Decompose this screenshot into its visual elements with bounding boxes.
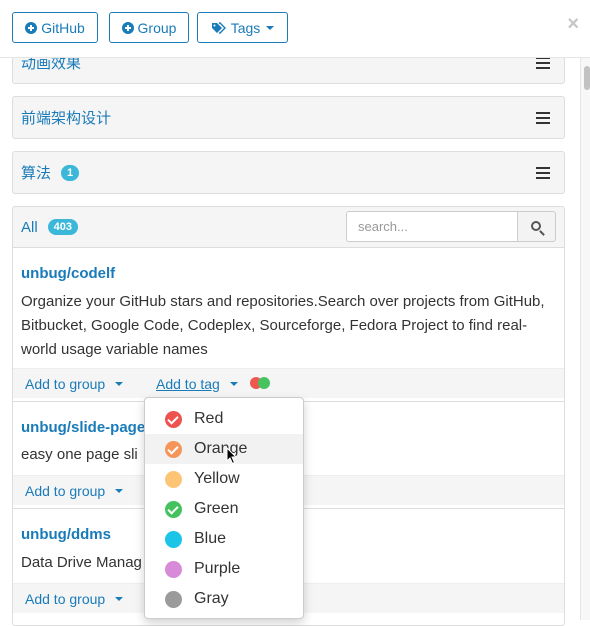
caret-down-icon: [266, 25, 275, 30]
count-badge: 1: [61, 164, 80, 181]
tag-option-label: Green: [194, 500, 239, 517]
group-panel-algorithm: 算法 1: [12, 151, 565, 194]
check-circle-icon: [165, 500, 182, 518]
group-name[interactable]: 算法: [21, 162, 51, 183]
scrollbar[interactable]: [580, 58, 590, 620]
menu-icon[interactable]: [536, 56, 550, 69]
mouse-pointer-icon: [226, 447, 238, 465]
tags-button-label: Tags: [230, 19, 261, 36]
search-input[interactable]: search...: [346, 211, 518, 242]
repo-list-header: All 403 search...: [13, 207, 564, 248]
add-to-tag-label: Add to tag: [156, 376, 220, 392]
tags-button[interactable]: Tags: [197, 12, 288, 43]
repo-item: unbug/codelf Organize your GitHub stars …: [13, 248, 564, 402]
plus-circle-icon: [121, 21, 134, 34]
add-to-group-dropdown[interactable]: Add to group: [25, 591, 124, 607]
menu-icon[interactable]: [536, 111, 550, 124]
scrollbar-thumb[interactable]: [584, 66, 590, 90]
add-to-group-dropdown[interactable]: Add to group: [25, 483, 124, 499]
group-button[interactable]: Group: [109, 12, 189, 43]
tag-option-label: Gray: [194, 590, 229, 607]
circle-icon: [165, 530, 182, 548]
tag-option-purple[interactable]: Purple: [145, 554, 303, 584]
repo-actions: Add to group Add to tag: [13, 368, 564, 398]
tag-option-label: Red: [194, 410, 224, 427]
search-button[interactable]: [517, 211, 556, 242]
search-icon: [530, 220, 541, 231]
top-toolbar: GitHub Group Tags ×: [0, 0, 590, 58]
tag-option-orange[interactable]: Orange: [145, 434, 303, 464]
tag-dropdown-menu: Red Orange Yellow Green Blue Purple Gray: [144, 397, 304, 619]
caret-down-icon: [115, 382, 124, 386]
tag-option-label: Blue: [194, 530, 227, 547]
add-to-tag-dropdown[interactable]: Add to tag: [156, 376, 238, 392]
add-to-group-label: Add to group: [25, 591, 106, 607]
github-button-label: GitHub: [41, 19, 85, 36]
caret-down-icon: [115, 597, 124, 601]
circle-icon: [165, 560, 182, 578]
tag-option-green[interactable]: Green: [145, 494, 303, 524]
tag-dot-green: [258, 377, 270, 389]
tag-option-gray[interactable]: Gray: [145, 584, 303, 614]
circle-icon: [165, 470, 182, 488]
repo-description: Organize your GitHub stars and repositor…: [21, 293, 545, 358]
tag-option-yellow[interactable]: Yellow: [145, 464, 303, 494]
circle-icon: [165, 590, 182, 608]
caret-down-icon: [115, 489, 124, 493]
add-to-group-dropdown[interactable]: Add to group: [25, 376, 124, 392]
tag-option-label: Purple: [194, 560, 241, 577]
all-filter[interactable]: All: [21, 219, 38, 236]
caret-down-icon: [229, 382, 238, 386]
menu-icon[interactable]: [536, 166, 550, 179]
repo-name-link[interactable]: unbug/slide-page: [21, 419, 145, 436]
tag-option-label: Orange: [194, 440, 248, 457]
tag-option-red[interactable]: Red: [145, 404, 303, 434]
plus-circle-icon: [25, 21, 38, 34]
group-name[interactable]: 前端架构设计: [21, 107, 111, 128]
tag-option-blue[interactable]: Blue: [145, 524, 303, 554]
close-icon[interactable]: ×: [567, 14, 579, 34]
check-circle-icon: [165, 440, 182, 458]
add-to-group-label: Add to group: [25, 376, 106, 392]
all-count-badge: 403: [47, 219, 79, 235]
group-button-label: Group: [137, 19, 177, 36]
check-circle-icon: [165, 410, 182, 428]
github-button[interactable]: GitHub: [12, 12, 98, 43]
tag-indicator: [250, 377, 276, 389]
add-to-group-label: Add to group: [25, 483, 106, 499]
tag-option-label: Yellow: [194, 470, 240, 487]
tags-icon: [211, 21, 226, 34]
group-panel-frontend-architecture: 前端架构设计: [12, 96, 565, 139]
repo-name-link[interactable]: unbug/codelf: [21, 265, 115, 282]
repo-name-link[interactable]: unbug/ddms: [21, 526, 111, 543]
